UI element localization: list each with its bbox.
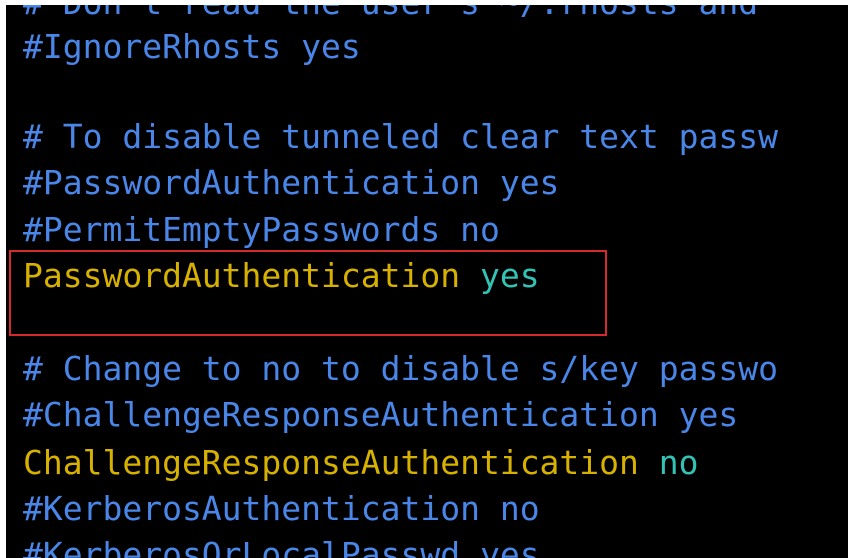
terminal-window[interactable]: # Don't read the user's ~/.rhosts and #I… [6, 5, 848, 558]
config-commented-setting: #IgnoreRhosts yes [23, 27, 361, 66]
config-comment-line: # To disable tunneled clear text passw [23, 117, 778, 156]
config-commented-setting: #PasswordAuthentication yes [23, 163, 560, 202]
config-commented-setting: #PermitEmptyPasswords no [23, 210, 500, 249]
config-commented-setting: #KerberosOrLocalPasswd yes [23, 535, 540, 558]
screenshot-frame: # Don't read the user's ~/.rhosts and #I… [0, 0, 848, 558]
config-commented-setting: #KerberosAuthentication no [23, 489, 540, 528]
active-setting-challenge-response-authentication: ChallengeResponseAuthentication no [23, 443, 699, 483]
setting-value: no [658, 443, 699, 482]
config-comment-line: # Don't read the user's ~/.rhosts and [23, 5, 758, 23]
highlight-box [9, 250, 607, 336]
setting-key: ChallengeResponseAuthentication [23, 443, 639, 482]
config-commented-setting: #ChallengeResponseAuthentication yes [23, 395, 739, 434]
config-comment-line: # Change to no to disable s/key passwo [23, 349, 778, 388]
